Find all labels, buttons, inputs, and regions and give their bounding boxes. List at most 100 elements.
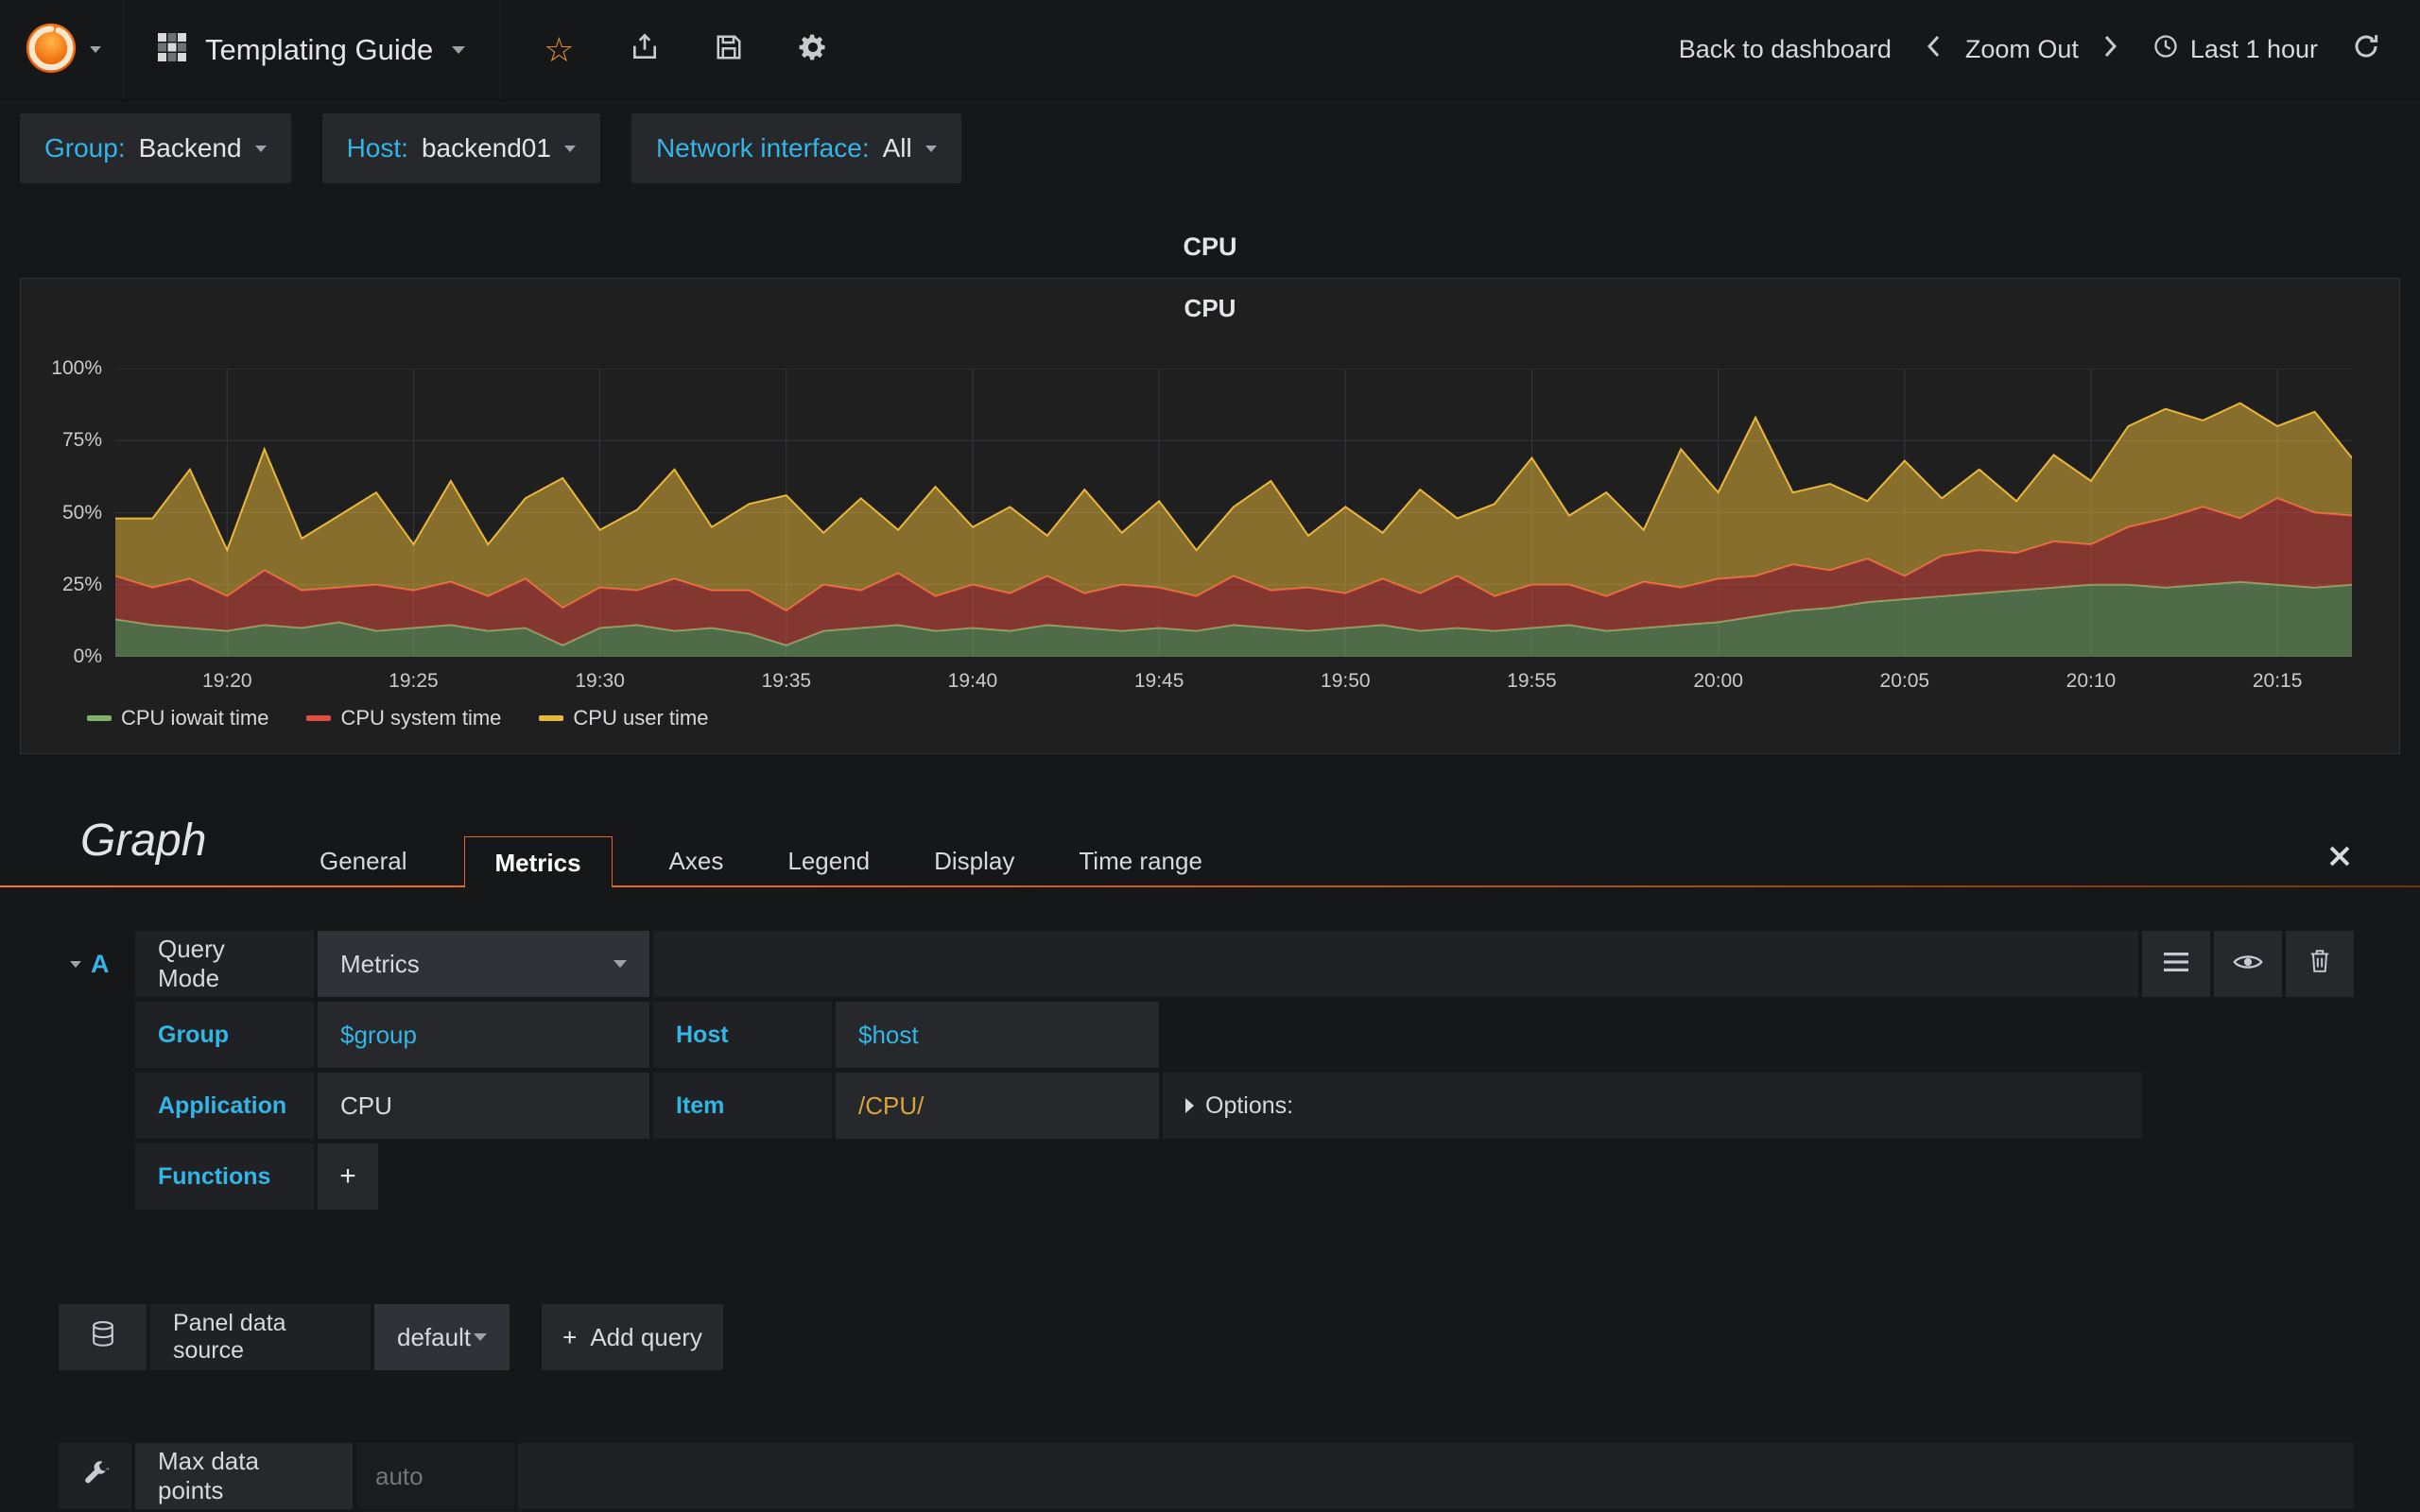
add-function-button[interactable]: + [318,1143,378,1210]
max-data-points-input[interactable] [356,1443,514,1509]
save-button[interactable] [715,33,743,66]
add-query-button[interactable]: + Add query [542,1304,723,1370]
grafana-logo-menu[interactable] [0,0,124,99]
share-button[interactable] [630,32,660,67]
navbar-right: Back to dashboard Zoom Out Last 1 hour [1679,0,2420,99]
database-icon [90,1320,116,1355]
query-toggle-visibility-button[interactable] [2214,931,2282,997]
x-tick-label: 19:45 [1133,670,1184,692]
mdp-row-filler [518,1443,2354,1509]
indent [59,1002,131,1068]
chevron-down-icon [452,45,466,54]
star-button[interactable]: ☆ [544,29,575,69]
refresh-button[interactable] [2352,32,2380,67]
navbar-actions: ☆ [500,0,871,99]
plus-icon: + [339,1160,356,1192]
close-editor-button[interactable] [2327,844,2352,873]
cpu-graph-svg [114,368,2353,658]
chevron-right-icon [1185,1098,1194,1113]
legend-swatch-icon [306,715,332,721]
tab-metrics[interactable]: Metrics [463,836,613,887]
application-label: Application [135,1073,314,1139]
tab-time-range[interactable]: Time range [1071,847,1210,876]
x-tick-label: 20:15 [2252,670,2303,692]
star-icon: ☆ [544,29,575,69]
settings-button[interactable] [798,32,828,67]
time-nav: Zoom Out [1926,34,2118,65]
editor-tabs: General Metrics Axes Legend Display Time… [312,834,1210,887]
legend-label: CPU user time [573,706,709,730]
chevron-down-icon [90,46,101,53]
time-range-picker[interactable]: Last 1 hour [2152,33,2318,66]
query-row-a: A Query Mode Metrics [59,931,2354,997]
tab-display[interactable]: Display [926,847,1022,876]
legend-label: CPU system time [340,706,502,730]
variable-label: Group: [44,133,126,163]
indent [59,1143,131,1210]
legend-label: CPU iowait time [121,706,269,730]
variable-value: All [882,133,912,163]
chevron-down-icon [474,1333,487,1341]
back-to-dashboard-button[interactable]: Back to dashboard [1679,35,1892,64]
variable-value: Backend [138,133,242,163]
legend-item[interactable]: CPU user time [539,706,708,730]
legend-item[interactable]: CPU iowait time [87,706,268,730]
x-tick-label: 20:10 [2066,670,2117,692]
datasource-dropdown[interactable]: default [374,1304,510,1370]
editor-accent-line [0,885,2420,887]
group-value-field[interactable]: $group [318,1002,649,1068]
query-menu-button[interactable] [2142,931,2210,997]
variable-netif-dropdown[interactable]: Network interface: All [631,113,961,183]
variable-value: backend01 [421,133,551,163]
x-tick-label: 20:05 [1879,670,1930,692]
cpu-graph[interactable] [114,368,2353,658]
query-mode-label: Query Mode [135,931,314,997]
eye-icon [2233,950,2263,979]
query-editor: A Query Mode Metrics Group $group Host $… [59,931,2354,1214]
item-value-field[interactable]: /CPU/ [836,1073,1159,1139]
query-collapse-toggle[interactable]: A [59,931,131,997]
time-range-label: Last 1 hour [2189,35,2318,63]
chevron-right-icon[interactable] [2103,34,2118,65]
chevron-down-icon [254,145,267,152]
hamburger-icon [2164,950,2188,979]
tab-axes[interactable]: Axes [662,847,732,876]
query-row-functions: Functions + [59,1143,2354,1210]
indent [59,1073,131,1139]
application-value-field[interactable]: CPU [318,1073,649,1139]
refresh-icon [2352,35,2380,66]
query-row-filler [653,931,2138,997]
chevron-left-icon[interactable] [1926,34,1941,65]
tab-legend[interactable]: Legend [780,847,877,876]
legend-item[interactable]: CPU system time [306,706,501,730]
x-tick-label: 20:00 [1693,670,1743,692]
host-value-field[interactable]: $host [836,1002,1159,1068]
max-data-points-label: Max data points [135,1443,353,1509]
trash-icon [2309,949,2330,980]
tab-general[interactable]: General [312,847,415,876]
chevron-down-icon [563,145,576,152]
query-mode-dropdown[interactable]: Metrics [318,931,649,997]
x-tick-label: 19:35 [761,670,812,692]
variable-group-dropdown[interactable]: Group: Backend [20,113,291,183]
query-delete-button[interactable] [2286,931,2354,997]
host-label: Host [653,1002,832,1068]
panel-title[interactable]: CPU [21,294,2399,323]
wrench-icon [82,1460,109,1493]
chevron-down-icon [70,960,81,968]
y-tick-label: 25% [61,573,102,595]
query-row-app-item: Application CPU Item /CPU/ Options: [59,1073,2354,1139]
options-toggle[interactable]: Options: [1163,1073,2142,1139]
cpu-panel: CPU 0% 25% 50% 75% 100% 19:20 19:25 19:30 19:35… [20,278,2400,754]
dashboard-grid-icon [158,33,186,66]
y-tick-label: 0% [73,645,102,667]
variable-host-dropdown[interactable]: Host: backend01 [321,113,600,183]
y-tick-label: 50% [61,501,102,524]
datasource-icon-cell [59,1304,147,1370]
zoom-out-button[interactable]: Zoom Out [1965,35,2079,64]
dashboard-title-menu[interactable]: Templating Guide [124,0,501,99]
navbar: Templating Guide ☆ Back to dashboard Zoo… [0,0,2420,100]
legend-swatch-icon [539,715,564,721]
share-icon [630,32,660,67]
advanced-options-cell [59,1443,131,1509]
